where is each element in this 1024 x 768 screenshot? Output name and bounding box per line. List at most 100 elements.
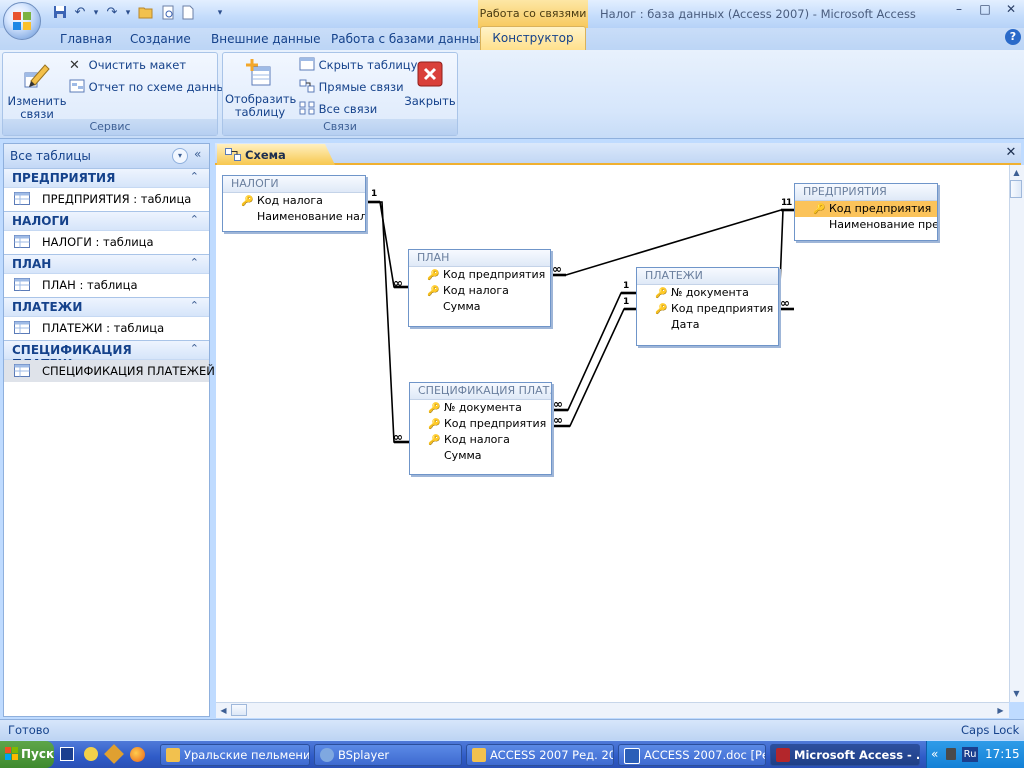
maximize-button[interactable]: □ xyxy=(972,0,998,18)
tray-app-icon[interactable] xyxy=(946,748,956,760)
new-document-icon[interactable] xyxy=(180,5,196,21)
scroll-right-icon[interactable]: ▶ xyxy=(994,704,1007,717)
nav-item-payments-table[interactable]: ПЛАТЕЖИ : таблица xyxy=(4,317,209,339)
field-row[interactable]: 🔑 Код налога xyxy=(223,193,365,209)
scroll-left-icon[interactable]: ◀ xyxy=(217,704,230,717)
clear-layout-button[interactable]: ✕ Очистить макет xyxy=(69,55,186,75)
edit-relations-button[interactable]: Изменить связи xyxy=(7,59,67,121)
redo-icon[interactable]: ↷ xyxy=(104,5,120,21)
horizontal-scrollbar[interactable]: ◀ ▶ xyxy=(216,702,1009,718)
close-window-button[interactable]: ✕ xyxy=(998,0,1024,18)
primary-key-icon: 🔑 xyxy=(428,435,441,446)
field-row[interactable]: 🔑 Код предприятия xyxy=(637,301,778,317)
table-box-plan[interactable]: ПЛАН 🔑 Код предприятия 🔑 Код налога Сумма xyxy=(408,249,551,327)
nav-menu-chevron-icon[interactable]: ▾ xyxy=(172,148,188,164)
start-button[interactable]: Пуск xyxy=(0,741,54,768)
schema-report-button[interactable]: Отчет по схеме данных xyxy=(69,77,232,97)
collapse-icon[interactable]: ⌃ xyxy=(190,342,199,355)
table-icon xyxy=(14,235,30,248)
quicklaunch-search-icon[interactable] xyxy=(84,747,98,761)
scroll-up-icon[interactable]: ▲ xyxy=(1010,166,1023,179)
table-box-title[interactable]: НАЛОГИ xyxy=(223,176,365,193)
collapse-icon[interactable]: ⌃ xyxy=(190,299,199,312)
field-row[interactable]: 🔑 Код налога xyxy=(409,283,550,299)
tray-expand-icon[interactable]: « xyxy=(931,747,938,761)
field-row[interactable]: Сумма xyxy=(409,299,550,315)
hide-table-button[interactable]: Скрыть таблицу xyxy=(299,55,417,75)
nav-group-payment-spec[interactable]: СПЕЦИФИКАЦИЯ ПЛАТЕЖ...⌃ xyxy=(4,340,209,371)
table-box-title[interactable]: ПЛАН xyxy=(409,250,550,267)
relationships-canvas[interactable]: 1 ∞ ∞ ∞ 1 1 ∞ 1 1 ∞ ∞ НАЛОГИ 🔑 Код налога… xyxy=(216,165,1009,702)
field-row[interactable]: 🔑 № документа xyxy=(410,400,551,416)
quicklaunch-firefox-icon[interactable] xyxy=(130,747,145,762)
nav-group-plan[interactable]: ПЛАН ⌃ xyxy=(4,254,209,274)
taskbar-item-microsoft-access[interactable]: Microsoft Access - ... xyxy=(770,744,920,766)
tab-database-tools[interactable]: Работа с базами данных xyxy=(331,32,486,46)
edit-relations-icon xyxy=(24,64,50,88)
minimize-button[interactable]: – xyxy=(946,0,972,18)
table-box-title[interactable]: СПЕЦИФИКАЦИЯ ПЛАТ... xyxy=(410,383,551,400)
cardinality-one-label: 1 xyxy=(786,198,793,208)
nav-pane-header[interactable]: Все таблицы ▾ « xyxy=(4,144,209,169)
customize-qat-icon[interactable]: ▾ xyxy=(212,5,228,21)
tab-create[interactable]: Создание xyxy=(130,32,191,46)
horizontal-scroll-thumb[interactable] xyxy=(231,704,247,716)
open-folder-icon[interactable] xyxy=(138,5,154,21)
save-icon[interactable] xyxy=(52,5,68,21)
field-row[interactable]: 🔑 Код предприятия xyxy=(410,416,551,432)
quicklaunch-word-icon[interactable] xyxy=(60,747,74,761)
nav-item-plan-table[interactable]: ПЛАН : таблица xyxy=(4,274,209,296)
table-box-enterprises[interactable]: ПРЕДПРИЯТИЯ 🔑 Код предприятия Наименовани… xyxy=(794,183,938,241)
tab-home[interactable]: Главная xyxy=(60,32,112,46)
nav-group-taxes[interactable]: НАЛОГИ ⌃ xyxy=(4,211,209,231)
field-row[interactable]: Дата xyxy=(637,317,778,333)
all-relations-button[interactable]: Все связи xyxy=(299,99,377,119)
field-row[interactable]: 🔑 Код налога xyxy=(410,432,551,448)
vertical-scroll-thumb[interactable] xyxy=(1010,180,1022,198)
tab-designer[interactable]: Конструктор xyxy=(480,26,586,50)
table-box-taxes[interactable]: НАЛОГИ 🔑 Код налога Наименование нало xyxy=(222,175,366,232)
close-relations-button[interactable]: Закрыть xyxy=(403,61,457,119)
field-row[interactable]: Наименование нало xyxy=(223,209,365,225)
print-preview-icon[interactable] xyxy=(160,5,176,21)
nav-group-payments[interactable]: ПЛАТЕЖИ ⌃ xyxy=(4,297,209,317)
tab-external-data[interactable]: Внешние данные xyxy=(211,32,320,46)
nav-group-enterprises[interactable]: ПРЕДПРИЯТИЯ ⌃ xyxy=(4,168,209,188)
clear-layout-icon: ✕ xyxy=(69,58,80,73)
office-button[interactable] xyxy=(3,2,41,40)
scroll-down-icon[interactable]: ▼ xyxy=(1010,687,1023,700)
taskbar-item-access-doc[interactable]: ACCESS 2007.doc [Ре... xyxy=(618,744,766,766)
shutter-bar-close-icon[interactable]: « xyxy=(194,147,201,161)
collapse-icon[interactable]: ⌃ xyxy=(190,213,199,226)
field-row[interactable]: 🔑 № документа xyxy=(637,285,778,301)
table-box-payments[interactable]: ПЛАТЕЖИ 🔑 № документа 🔑 Код предприятия Да… xyxy=(636,267,779,346)
taskbar-item-label: Уральские пельмени ... xyxy=(184,748,310,762)
field-row[interactable]: Сумма xyxy=(410,448,551,464)
taskbar-item-access-2007-red[interactable]: ACCESS 2007 Ред. 2012 xyxy=(466,744,614,766)
field-row[interactable]: Наименование пре xyxy=(795,217,937,233)
field-row[interactable]: 🔑 Код предприятия xyxy=(409,267,550,283)
tab-relationships-schema[interactable]: Схема данных xyxy=(217,144,335,165)
direct-relations-button[interactable]: Прямые связи xyxy=(299,77,404,97)
nav-item-payment-spec-table[interactable]: СПЕЦИФИКАЦИЯ ПЛАТЕЖЕЙ ... xyxy=(4,360,230,382)
undo-dropdown-icon[interactable]: ▾ xyxy=(88,5,104,21)
table-box-title[interactable]: ПЛАТЕЖИ xyxy=(637,268,778,285)
nav-item-taxes-table[interactable]: НАЛОГИ : таблица xyxy=(4,231,209,253)
table-box-title[interactable]: ПРЕДПРИЯТИЯ xyxy=(795,184,937,201)
taskbar-item-bsplayer[interactable]: BSplayer xyxy=(314,744,462,766)
table-box-payment-spec[interactable]: СПЕЦИФИКАЦИЯ ПЛАТ... 🔑 № документа 🔑 Код п… xyxy=(409,382,552,475)
close-document-icon[interactable]: ✕ xyxy=(1004,146,1018,160)
show-table-button[interactable]: Отобразить таблицу xyxy=(225,57,296,121)
undo-icon[interactable]: ↶ xyxy=(72,5,88,21)
service-group-label: Сервис xyxy=(3,119,217,135)
collapse-icon[interactable]: ⌃ xyxy=(190,170,199,183)
field-row-selected[interactable]: 🔑 Код предприятия xyxy=(795,201,937,217)
collapse-icon[interactable]: ⌃ xyxy=(190,256,199,269)
redo-dropdown-icon[interactable]: ▾ xyxy=(120,5,136,21)
help-icon[interactable]: ? xyxy=(1005,29,1021,45)
nav-item-enterprises-table[interactable]: ПРЕДПРИЯТИЯ : таблица xyxy=(4,188,209,210)
taskbar-item-uralskie[interactable]: Уральские пельмени ... xyxy=(160,744,310,766)
vertical-scrollbar[interactable]: ▲ ▼ xyxy=(1009,165,1024,702)
language-indicator[interactable]: Ru xyxy=(962,747,978,762)
field-name: № документа xyxy=(671,286,749,299)
